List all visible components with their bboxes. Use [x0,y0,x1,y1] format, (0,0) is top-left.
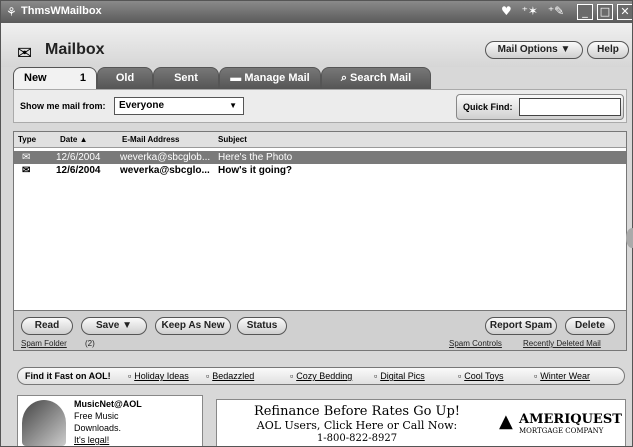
spam-folder-count: (2) [85,339,95,348]
minimize-button[interactable]: _ [577,4,593,20]
column-email-address[interactable]: E-Mail Address [122,135,180,144]
promo-legal-link[interactable]: It's legal! [74,435,109,445]
keep-as-new-button[interactable]: Keep As New [155,317,231,335]
status-button[interactable]: Status [237,317,287,335]
quick-find-label: Quick Find: [463,102,513,112]
report-spam-button[interactable]: Report Spam [485,317,557,335]
row-address: weverka@sbcglo... [120,165,210,176]
table-row[interactable]: ✉ 12/6/2004 weverka@sbcglo... How's it g… [14,164,626,177]
filter-label: Show me mail from: [20,101,106,111]
chevron-down-icon: ▼ [229,101,237,110]
tab-new[interactable]: New 1 [13,67,97,91]
mail-options-button[interactable]: Mail Options ▼ [485,41,583,59]
quick-find-input[interactable] [519,98,621,116]
folder-icon: ▬ [230,72,245,84]
find-link-holiday-ideas[interactable]: Holiday Ideas [128,371,189,381]
promo-line-2: Downloads. [74,423,122,433]
page-title: Mailbox [45,41,105,58]
opened-envelope-icon: ✉ [22,152,31,163]
tab-manage-mail[interactable]: ▬ Manage Mail [219,67,321,89]
side-scroll-handle[interactable] [626,228,633,248]
title-bar-icons: ♥ ⁺✶ ⁺✎ [501,4,570,18]
mail-options-label: Mail Options [497,44,558,55]
heart-icon[interactable]: ♥ [501,4,512,18]
search-mail-icon: ⌕ [340,72,351,84]
find-link-cozy-bedding[interactable]: Cozy Bedding [290,371,352,381]
row-subject: How's it going? [218,165,293,176]
write-mail-icon[interactable]: ⁺✎ [548,4,564,18]
find-it-fast-bar: Find it Fast on AOL! Holiday Ideas Bedaz… [17,367,625,385]
maximize-button[interactable]: □ [597,4,613,20]
column-type[interactable]: Type [18,135,36,144]
tab-old[interactable]: Old [97,67,153,89]
save-label: Save [95,320,120,331]
tab-manage-mail-label: Manage Mail [244,72,310,84]
sender-filter-value: Everyone [119,100,165,111]
list-header: Type Date ▲ E-Mail Address Subject [14,132,626,148]
close-button[interactable]: ✕ [617,4,632,20]
row-date: 12/6/2004 [56,165,101,176]
envelope-icon: ✉ [22,165,31,176]
column-date[interactable]: Date ▲ [60,135,87,144]
find-link-cool-toys[interactable]: Cool Toys [458,371,503,381]
window-title: ThmsWMailbox [21,5,102,17]
column-subject[interactable]: Subject [218,135,247,144]
ad-phone: 1-800-822-8927 [316,433,398,444]
message-list: Type Date ▲ E-Mail Address Subject ✉ 12/… [13,131,627,311]
find-link-winter-wear[interactable]: Winter Wear [534,371,590,381]
spam-controls-link[interactable]: Spam Controls [449,339,502,348]
tab-new-count: 1 [79,72,86,84]
aol-runner-icon: ⚘ [6,5,17,19]
find-it-fast-label: Find it Fast on AOL! [25,371,111,381]
read-button[interactable]: Read [21,317,73,335]
help-button[interactable]: Help [587,41,629,59]
row-subject: Here's the Photo [218,152,293,163]
delete-button[interactable]: Delete [565,317,615,335]
ameriquest-ad-banner[interactable]: Refinance Before Rates Go Up! AOL Users,… [216,399,626,446]
tab-search-mail[interactable]: ⌕ Search Mail [321,67,431,89]
title-bar: ⚘ ThmsWMailbox ♥ ⁺✶ ⁺✎ _ □ ✕ [1,1,632,23]
mailbox-window: ⚘ ThmsWMailbox ♥ ⁺✶ ⁺✎ _ □ ✕ ✉ Mailbox M… [0,0,633,447]
spam-folder-link[interactable]: Spam Folder [21,339,67,348]
find-link-bedazzled[interactable]: Bedazzled [206,371,254,381]
filter-bar: Show me mail from: Everyone ▼ Quick Find… [13,89,627,123]
add-buddy-icon[interactable]: ⁺✶ [522,4,538,18]
quick-find: Quick Find: [456,94,624,120]
sender-filter-select[interactable]: Everyone ▼ [114,97,244,115]
ad-brand-sub: MORTGAGE COMPANY [519,427,604,435]
row-address: weverka@sbcglob... [120,152,211,163]
ad-brand: AMERIQUEST [519,412,622,427]
recently-deleted-mail-link[interactable]: Recently Deleted Mail [523,339,601,348]
chevron-down-icon: ▼ [560,44,571,55]
tab-search-mail-label: Search Mail [350,72,412,84]
chevron-down-icon: ▼ [122,320,133,331]
ad-headline: Refinance Before Rates Go Up! [253,404,461,419]
save-button[interactable]: Save ▼ [81,317,147,335]
ad-subline: AOL Users, Click Here or Call Now: [256,419,458,432]
musicnet-promo[interactable]: MusicNet@AOL Free Music Downloads. It's … [17,395,203,446]
find-link-digital-pics[interactable]: Digital Pics [374,371,425,381]
promo-line-1: Free Music [74,411,119,421]
promo-title: MusicNet@AOL [74,399,142,409]
mailbox-icon: ✉ [17,43,33,64]
tab-sent[interactable]: Sent [153,67,219,89]
table-row[interactable]: ✉ 12/6/2004 weverka@sbcglob... Here's th… [14,151,626,164]
tab-new-label: New [24,72,47,84]
row-date: 12/6/2004 [56,152,101,163]
musician-image [22,400,66,446]
ameriquest-logo-icon: ▲ [499,411,513,432]
